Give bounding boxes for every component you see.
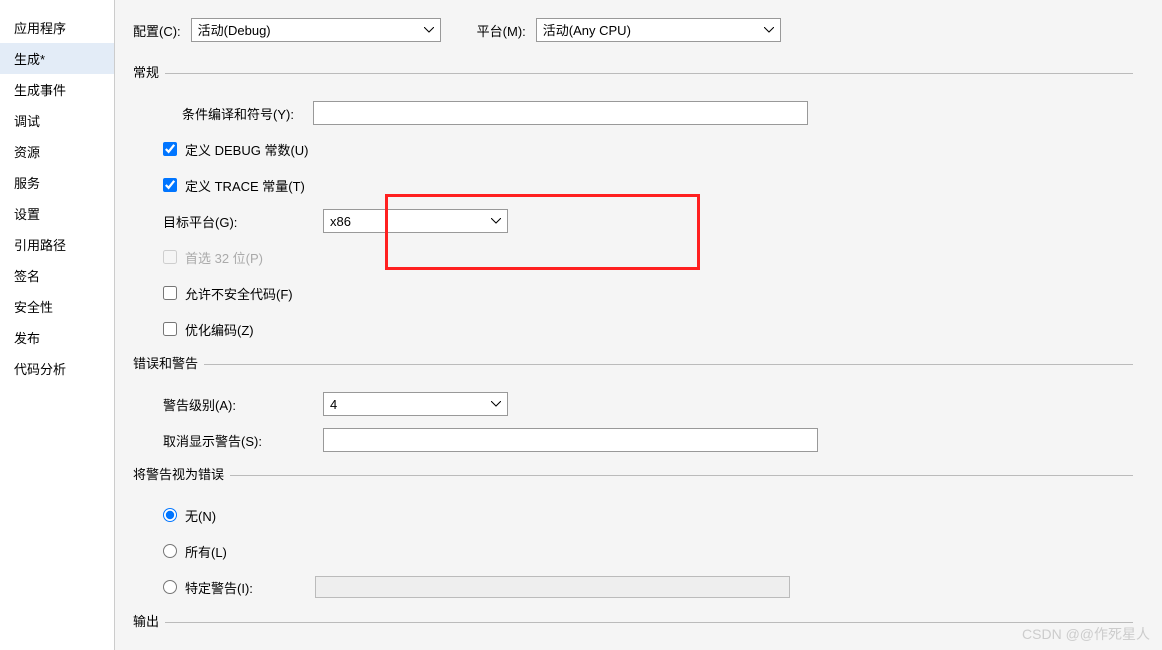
allow-unsafe-checkbox[interactable] <box>163 286 177 300</box>
platform-label: 平台(M): <box>477 21 526 40</box>
sidebar-item-application[interactable]: 应用程序 <box>0 12 114 43</box>
sidebar-item-resources[interactable]: 资源 <box>0 136 114 167</box>
sidebar-item-reference-paths[interactable]: 引用路径 <box>0 229 114 260</box>
sidebar-item-publish[interactable]: 发布 <box>0 322 114 353</box>
define-trace-checkbox[interactable] <box>163 178 177 192</box>
section-warnings: 错误和警告 警告级别(A): 4 取消显示警告(S): <box>133 353 1133 452</box>
symbols-label: 条件编译和符号(Y): <box>163 104 313 123</box>
sidebar-item-services[interactable]: 服务 <box>0 167 114 198</box>
warning-level-label: 警告级别(A): <box>163 395 323 414</box>
section-output: 输出 <box>133 611 1133 630</box>
optimize-checkbox[interactable] <box>163 322 177 336</box>
treat-none-radio[interactable] <box>163 508 177 522</box>
target-platform-combo[interactable]: x86 <box>323 209 508 233</box>
treat-all-label[interactable]: 所有(L) <box>185 542 227 561</box>
define-debug-label[interactable]: 定义 DEBUG 常数(U) <box>185 140 309 159</box>
treat-specific-radio[interactable] <box>163 580 177 594</box>
suppress-warnings-input[interactable] <box>323 428 818 452</box>
treat-all-radio[interactable] <box>163 544 177 558</box>
divider <box>165 73 1133 74</box>
section-treat-as-error: 将警告视为错误 无(N) 所有(L) 特定警告(I): <box>133 464 1133 599</box>
section-output-title: 输出 <box>133 611 165 630</box>
sidebar-item-debug[interactable]: 调试 <box>0 105 114 136</box>
sidebar-item-build[interactable]: 生成* <box>0 43 114 74</box>
prefer-32-label: 首选 32 位(P) <box>185 248 263 267</box>
warning-level-combo[interactable]: 4 <box>323 392 508 416</box>
sidebar-item-signing[interactable]: 签名 <box>0 260 114 291</box>
section-treat-title: 将警告视为错误 <box>133 464 230 483</box>
treat-specific-label[interactable]: 特定警告(I): <box>185 578 315 597</box>
divider <box>165 622 1133 623</box>
section-general-title: 常规 <box>133 62 165 81</box>
treat-specific-input <box>315 576 790 598</box>
config-label: 配置(C): <box>133 21 181 40</box>
divider <box>204 364 1133 365</box>
watermark: CSDN @@作死星人 <box>1022 624 1150 644</box>
allow-unsafe-label[interactable]: 允许不安全代码(F) <box>185 284 293 303</box>
config-combo[interactable]: 活动(Debug) <box>191 18 441 42</box>
topbar: 配置(C): 活动(Debug) 平台(M): 活动(Any CPU) <box>133 18 1162 42</box>
suppress-warnings-label: 取消显示警告(S): <box>163 431 323 450</box>
treat-none-label[interactable]: 无(N) <box>185 506 216 525</box>
sidebar-item-code-analysis[interactable]: 代码分析 <box>0 353 114 384</box>
define-debug-checkbox[interactable] <box>163 142 177 156</box>
target-platform-label: 目标平台(G): <box>163 212 323 231</box>
sidebar-item-settings[interactable]: 设置 <box>0 198 114 229</box>
symbols-input[interactable] <box>313 101 808 125</box>
define-trace-label[interactable]: 定义 TRACE 常量(T) <box>185 176 305 195</box>
section-warnings-title: 错误和警告 <box>133 353 204 372</box>
platform-combo[interactable]: 活动(Any CPU) <box>536 18 781 42</box>
sidebar-item-security[interactable]: 安全性 <box>0 291 114 322</box>
main-panel: 配置(C): 活动(Debug) 平台(M): 活动(Any CPU) 常规 条… <box>115 0 1162 650</box>
divider <box>230 475 1133 476</box>
prefer-32-checkbox <box>163 250 177 264</box>
sidebar-item-build-events[interactable]: 生成事件 <box>0 74 114 105</box>
optimize-label[interactable]: 优化编码(Z) <box>185 320 254 339</box>
section-general: 常规 条件编译和符号(Y): 定义 DEBUG 常数(U) 定义 TRACE 常… <box>133 62 1133 341</box>
sidebar: 应用程序 生成* 生成事件 调试 资源 服务 设置 引用路径 签名 安全性 发布… <box>0 0 115 650</box>
